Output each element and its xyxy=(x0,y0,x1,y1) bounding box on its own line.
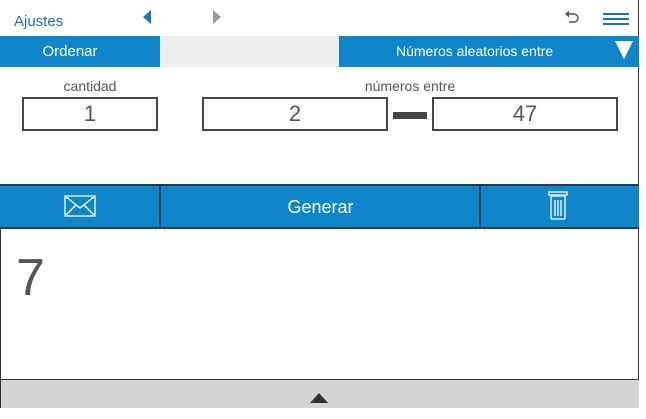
bottom-bar[interactable] xyxy=(0,379,639,408)
mode-select[interactable]: Números aleatorios entre xyxy=(339,36,639,67)
menu-icon[interactable] xyxy=(603,12,629,30)
quantity-field[interactable]: 1 xyxy=(22,97,158,131)
range-dash xyxy=(393,112,427,119)
range-label: números entre xyxy=(364,78,456,94)
trash-icon xyxy=(548,191,568,220)
range-max-field[interactable]: 47 xyxy=(432,97,618,131)
settings-link[interactable]: Ajustes xyxy=(14,13,63,30)
result-area: 7 xyxy=(0,229,639,379)
email-button[interactable] xyxy=(0,184,160,229)
undo-icon[interactable] xyxy=(564,9,580,30)
dropdown-arrow-icon xyxy=(615,41,633,67)
envelope-icon xyxy=(64,195,96,217)
mode-select-label: Números aleatorios entre xyxy=(396,43,554,59)
options-bar: Ordenar Números aleatorios entre xyxy=(0,36,639,67)
sort-button[interactable]: Ordenar xyxy=(0,36,160,67)
chevron-up-icon xyxy=(310,393,328,403)
sort-spacer xyxy=(160,36,339,67)
result-value: 7 xyxy=(16,249,45,307)
range-min-field[interactable]: 2 xyxy=(202,97,388,131)
chevron-left-icon[interactable] xyxy=(143,10,151,29)
chevron-right-icon[interactable] xyxy=(213,10,221,29)
generate-button[interactable]: Generar xyxy=(161,184,480,229)
quantity-label: cantidad xyxy=(63,78,117,94)
delete-button[interactable] xyxy=(481,184,639,229)
top-bar: Ajustes xyxy=(0,0,639,36)
action-bar: Generar xyxy=(0,184,639,229)
